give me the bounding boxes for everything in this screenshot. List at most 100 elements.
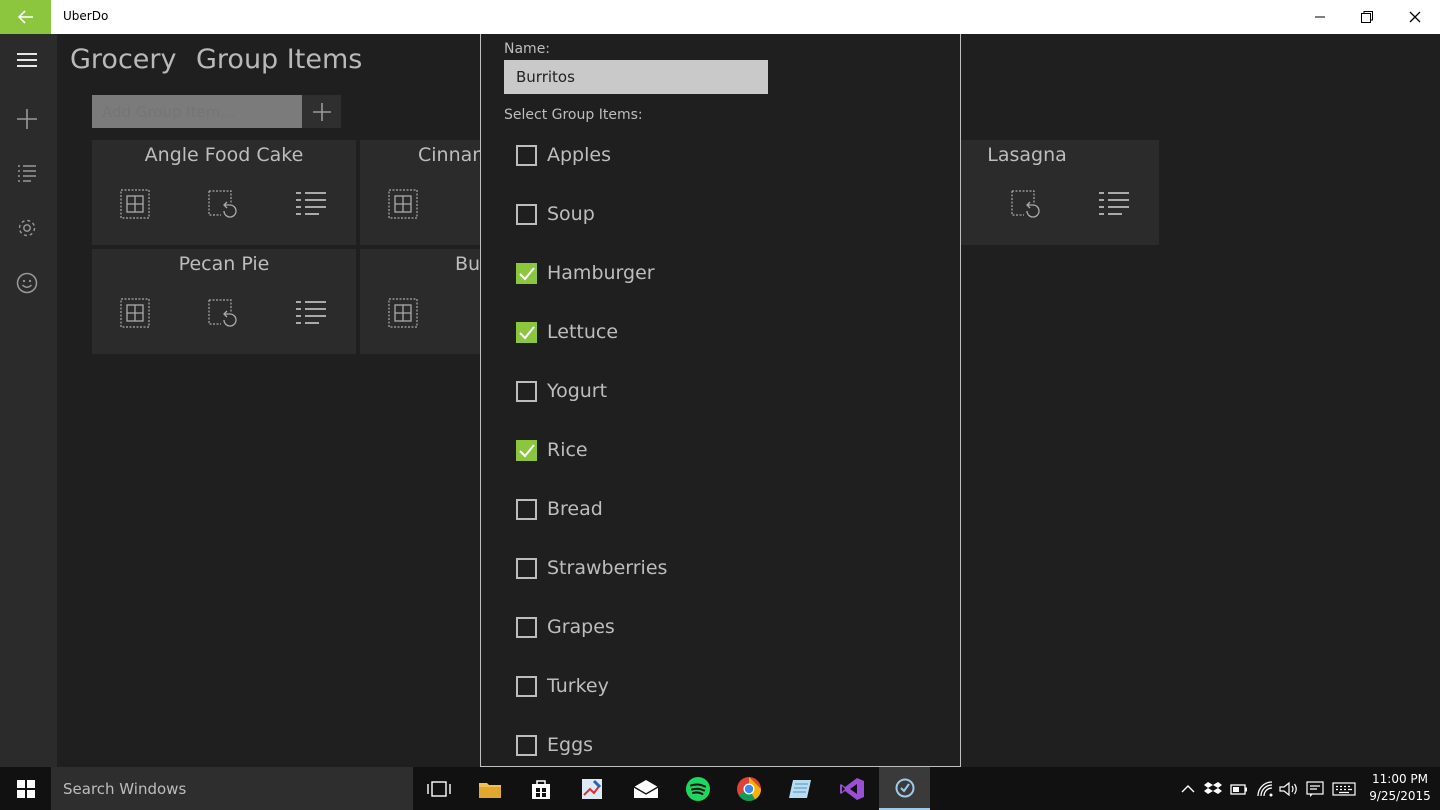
tile-list-button[interactable] [1098,188,1130,220]
back-button[interactable] [0,0,51,34]
file-explorer-icon [478,782,501,798]
taskbar-search-box[interactable]: Search Windows [51,767,413,810]
file-explorer-button[interactable] [464,767,515,810]
add-icon [17,109,37,129]
list-icon [296,301,326,324]
checkbox-box[interactable] [516,262,537,284]
tile-grid-button[interactable] [119,297,151,329]
paint-button[interactable] [566,767,617,810]
notepad-button[interactable] [774,767,825,810]
checkbox-box[interactable] [516,321,537,343]
tile-undo-button[interactable] [207,188,239,220]
store-button[interactable] [515,767,566,810]
start-button[interactable] [0,767,51,810]
tile-undo-button[interactable] [1010,188,1042,220]
spotify-button[interactable] [672,767,723,810]
add-group-item-button[interactable] [302,95,341,128]
checkmark-icon [519,266,535,280]
wifi-tray-button[interactable] [1254,767,1276,810]
checkbox-box[interactable] [516,498,537,520]
grid-icon [120,298,150,328]
tile-grid-button[interactable] [387,188,419,220]
chrome-button[interactable] [723,767,774,810]
checkbox-apples[interactable]: Apples [516,140,611,170]
store-icon [531,779,550,799]
checkbox-box[interactable] [516,734,537,756]
grid-icon [120,189,150,219]
add-group-item-input[interactable] [92,95,302,128]
visual-studio-button[interactable] [826,767,877,810]
checkbox-soup[interactable]: Soup [516,199,595,229]
checkbox-box[interactable] [516,616,537,638]
settings-button[interactable] [8,209,46,247]
checkbox-box[interactable] [516,380,537,402]
minimize-button[interactable] [1296,0,1344,34]
task-view-button[interactable] [413,767,464,810]
chevron-up-icon [1181,784,1195,792]
title-bar: UberDo [0,0,1440,34]
checkbox-rice[interactable]: Rice [516,435,588,465]
group-item-tile[interactable]: Angle Food Cake [92,140,356,245]
checkbox-box[interactable] [516,203,537,225]
tile-grid-button[interactable] [387,297,419,329]
checkbox-box[interactable] [516,144,537,166]
mail-icon [633,779,658,798]
back-arrow-icon [17,10,33,24]
volume-tray-button[interactable] [1278,767,1300,810]
checkbox-grapes[interactable]: Grapes [516,612,615,642]
group-item-tile[interactable]: Pecan Pie [92,249,356,354]
list-icon [296,192,326,215]
notifications-tray-button[interactable] [1304,767,1326,810]
taskbar: Search Windows 11:00 PM 9/25/2015 [0,767,1440,810]
checkbox-yogurt[interactable]: Yogurt [516,376,607,406]
checkbox-box[interactable] [516,675,537,697]
tile-undo-button[interactable] [207,297,239,329]
checkbox-eggs[interactable]: Eggs [516,730,593,760]
keyboard-icon [1332,781,1356,796]
lists-button[interactable] [8,154,46,192]
edit-group-dialog: Name: Select Group Items: Apples Soup Ha… [480,34,961,767]
checkbox-label: Rice [547,439,588,461]
grid-icon [388,298,418,328]
checkbox-bread[interactable]: Bread [516,494,603,524]
minimize-icon [1315,16,1325,18]
hamburger-menu-button[interactable] [8,41,46,79]
checkbox-label: Eggs [547,734,594,756]
dropbox-tray-button[interactable] [1202,767,1224,810]
undo-selection-icon [1011,190,1040,218]
add-list-button[interactable] [8,100,46,138]
undo-selection-icon [208,190,237,218]
checkbox-label: Lettuce [547,321,619,343]
close-button[interactable] [1391,0,1439,34]
app-title: UberDo [63,9,109,23]
name-input[interactable] [504,60,768,94]
tile-list-button[interactable] [295,297,327,329]
checkbox-label: Hamburger [547,262,655,284]
restore-button[interactable] [1343,0,1391,34]
page-subtitle: Group Items [196,44,363,75]
battery-tray-button[interactable] [1228,767,1250,810]
battery-icon [1230,783,1247,795]
uberdo-window: UberDo Grocery Group Items Add Group Ite… [0,0,1440,810]
taskbar-clock[interactable]: 11:00 PM 9/25/2015 [1362,771,1438,805]
smiley-icon [16,272,38,294]
checkbox-box[interactable] [516,557,537,579]
checkmark-icon [519,443,535,457]
uberdo-taskbar-button[interactable] [879,767,930,810]
checkbox-box[interactable] [516,439,537,461]
checkbox-turkey[interactable]: Turkey [516,671,609,701]
checkbox-lettuce[interactable]: Lettuce [516,317,618,347]
mail-button[interactable] [620,767,671,810]
feedback-button[interactable] [8,264,46,302]
nav-rail [0,34,57,767]
settings-gear-icon [18,219,36,237]
tile-list-button[interactable] [295,188,327,220]
spotify-icon [685,776,710,801]
windows-logo-icon [16,779,35,798]
checkbox-strawberries[interactable]: Strawberries [516,553,667,583]
checkbox-hamburger[interactable]: Hamburger [516,258,655,288]
checkbox-label: Strawberries [547,557,668,579]
show-hidden-icons-button[interactable] [1178,767,1198,810]
keyboard-tray-button[interactable] [1330,767,1358,810]
tile-grid-button[interactable] [119,188,151,220]
